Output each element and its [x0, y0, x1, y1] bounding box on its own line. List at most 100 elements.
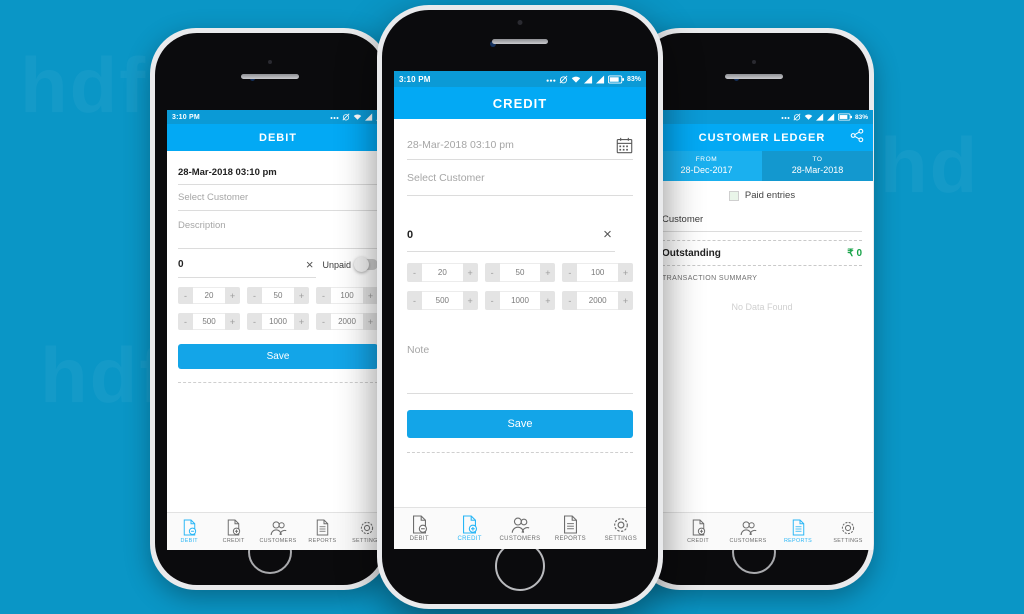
increment-button[interactable]: + — [462, 263, 478, 282]
screen-left: 3:10 PM DEBIT 28-Mar-2018 03:10 pm Selec… — [167, 110, 389, 550]
amount-field[interactable]: 0 × — [178, 251, 317, 278]
to-label: TO — [812, 156, 823, 163]
to-date-tab[interactable]: TO 28-Mar-2018 — [762, 151, 873, 181]
stepper[interactable]: - 1000 + — [484, 291, 556, 310]
increment-button[interactable]: + — [363, 287, 378, 304]
increment-button[interactable]: + — [462, 291, 478, 310]
nav-credit[interactable]: CREDIT — [211, 519, 255, 544]
customers-people-icon — [270, 520, 286, 535]
decrement-button[interactable]: - — [178, 313, 193, 330]
note-field[interactable]: Note — [407, 336, 633, 394]
customer-select[interactable]: Select Customer — [178, 185, 378, 211]
customers-people-icon — [740, 520, 756, 535]
stepper[interactable]: - 50 + — [247, 287, 309, 304]
phone-right-ledger: 3:10 PM 83% CUSTOMER LEDGER FROM 28-Dec-… — [634, 28, 874, 590]
increment-button[interactable]: + — [618, 291, 634, 310]
decrement-button[interactable]: - — [407, 291, 422, 310]
bottom-navigation: CREDIT CUSTOMERS REPORTS SETTINGS — [651, 512, 873, 550]
signal-icon — [365, 113, 373, 121]
decrement-button[interactable]: - — [247, 313, 262, 330]
page-title: CREDIT — [492, 95, 548, 111]
decrement-button[interactable]: - — [562, 291, 578, 310]
decrement-button[interactable]: - — [316, 287, 331, 304]
customer-selector[interactable]: Customer — [662, 207, 862, 232]
increment-button[interactable]: + — [363, 313, 378, 330]
bottom-navigation: DEBIT CREDIT CUSTOMERS REPORTS SETTINGS — [167, 512, 389, 550]
nav-label: CREDIT — [222, 538, 245, 544]
stepper[interactable]: - 100 + — [316, 287, 378, 304]
stepper[interactable]: - 20 + — [178, 287, 240, 304]
unpaid-toggle[interactable]: Unpaid — [316, 257, 378, 272]
increment-button[interactable]: + — [225, 287, 240, 304]
decrement-button[interactable]: - — [484, 291, 500, 310]
nav-settings[interactable]: SETTINGS — [823, 520, 873, 544]
stepper[interactable]: - 500 + — [407, 291, 478, 310]
decrement-button[interactable]: - — [178, 287, 193, 304]
stepper[interactable]: - 100 + — [562, 263, 634, 282]
nav-credit[interactable]: CREDIT — [673, 519, 723, 544]
share-button[interactable] — [850, 128, 864, 147]
calendar-icon[interactable] — [616, 137, 633, 154]
stepper[interactable]: - 1000 + — [247, 313, 309, 330]
nav-reports[interactable]: REPORTS — [545, 515, 595, 542]
clear-amount-icon[interactable]: × — [303, 258, 317, 271]
decrement-button[interactable]: - — [484, 263, 500, 282]
toggle-switch[interactable] — [354, 257, 378, 272]
nav-label: DEBIT — [180, 538, 198, 544]
clear-amount-icon[interactable]: × — [600, 227, 615, 242]
nav-reports[interactable]: REPORTS — [300, 519, 344, 544]
increment-button[interactable]: + — [294, 287, 309, 304]
date-field[interactable]: 28-Mar-2018 03:10 pm — [178, 160, 378, 185]
decrement-button[interactable]: - — [247, 287, 262, 304]
stepper[interactable]: - 2000 + — [316, 313, 378, 330]
page-title: CUSTOMER LEDGER — [698, 131, 826, 144]
increment-button[interactable]: + — [225, 313, 240, 330]
description-field[interactable]: Description — [178, 211, 378, 249]
quick-amount-row-1: - 20 + - 50 + - 100 + — [407, 263, 634, 282]
nav-settings[interactable]: SETTINGS — [596, 516, 646, 542]
gear-icon — [360, 521, 373, 534]
stepper[interactable]: - 50 + — [484, 263, 556, 282]
nav-credit[interactable]: CREDIT — [444, 515, 494, 542]
no-data-message: No Data Found — [731, 302, 793, 312]
nav-customers[interactable]: CUSTOMERS — [256, 520, 300, 544]
decrement-button[interactable]: - — [407, 263, 422, 282]
nav-label: CREDIT — [687, 538, 709, 544]
date-field[interactable]: 28-Mar-2018 03:10 pm — [407, 131, 633, 160]
status-bar: 3:10 PM 83% — [651, 110, 873, 124]
amount-field[interactable]: 0 × — [407, 218, 615, 252]
stepper-value: 1000 — [499, 291, 541, 310]
increment-button[interactable]: + — [540, 291, 556, 310]
battery-icon — [837, 113, 852, 121]
increment-button[interactable]: + — [618, 263, 634, 282]
stepper-value: 2000 — [331, 313, 363, 330]
nav-reports[interactable]: REPORTS — [773, 519, 823, 544]
save-button[interactable]: Save — [178, 344, 378, 369]
decrement-button[interactable]: - — [316, 313, 331, 330]
save-button[interactable]: Save — [407, 410, 633, 438]
credit-document-icon — [463, 515, 478, 534]
stepper[interactable]: - 2000 + — [562, 291, 634, 310]
divider — [178, 382, 378, 383]
more-dots-icon — [330, 117, 339, 119]
increment-button[interactable]: + — [540, 263, 556, 282]
nav-customers[interactable]: CUSTOMERS — [495, 516, 545, 542]
nav-debit[interactable]: DEBIT — [394, 515, 444, 542]
front-camera — [752, 60, 756, 64]
nav-label: REPORTS — [554, 536, 586, 542]
nav-customers[interactable]: CUSTOMERS — [723, 520, 773, 544]
date-value: 28-Mar-2018 03:10 pm — [178, 166, 277, 178]
decrement-button[interactable]: - — [562, 263, 578, 282]
increment-button[interactable]: + — [294, 313, 309, 330]
signal-icon — [826, 113, 835, 121]
from-date-tab[interactable]: FROM 28-Dec-2017 — [651, 151, 762, 181]
paid-entries-checkbox[interactable] — [728, 190, 739, 201]
alarm-off-icon — [559, 75, 568, 83]
nav-debit[interactable]: DEBIT — [167, 519, 211, 544]
paid-entries-row[interactable]: Paid entries — [662, 181, 862, 207]
stepper[interactable]: - 20 + — [407, 263, 478, 282]
reports-document-icon — [563, 515, 577, 534]
nav-label: CUSTOMERS — [259, 537, 297, 544]
stepper[interactable]: - 500 + — [178, 313, 240, 330]
customer-select[interactable]: Select Customer — [407, 160, 633, 196]
